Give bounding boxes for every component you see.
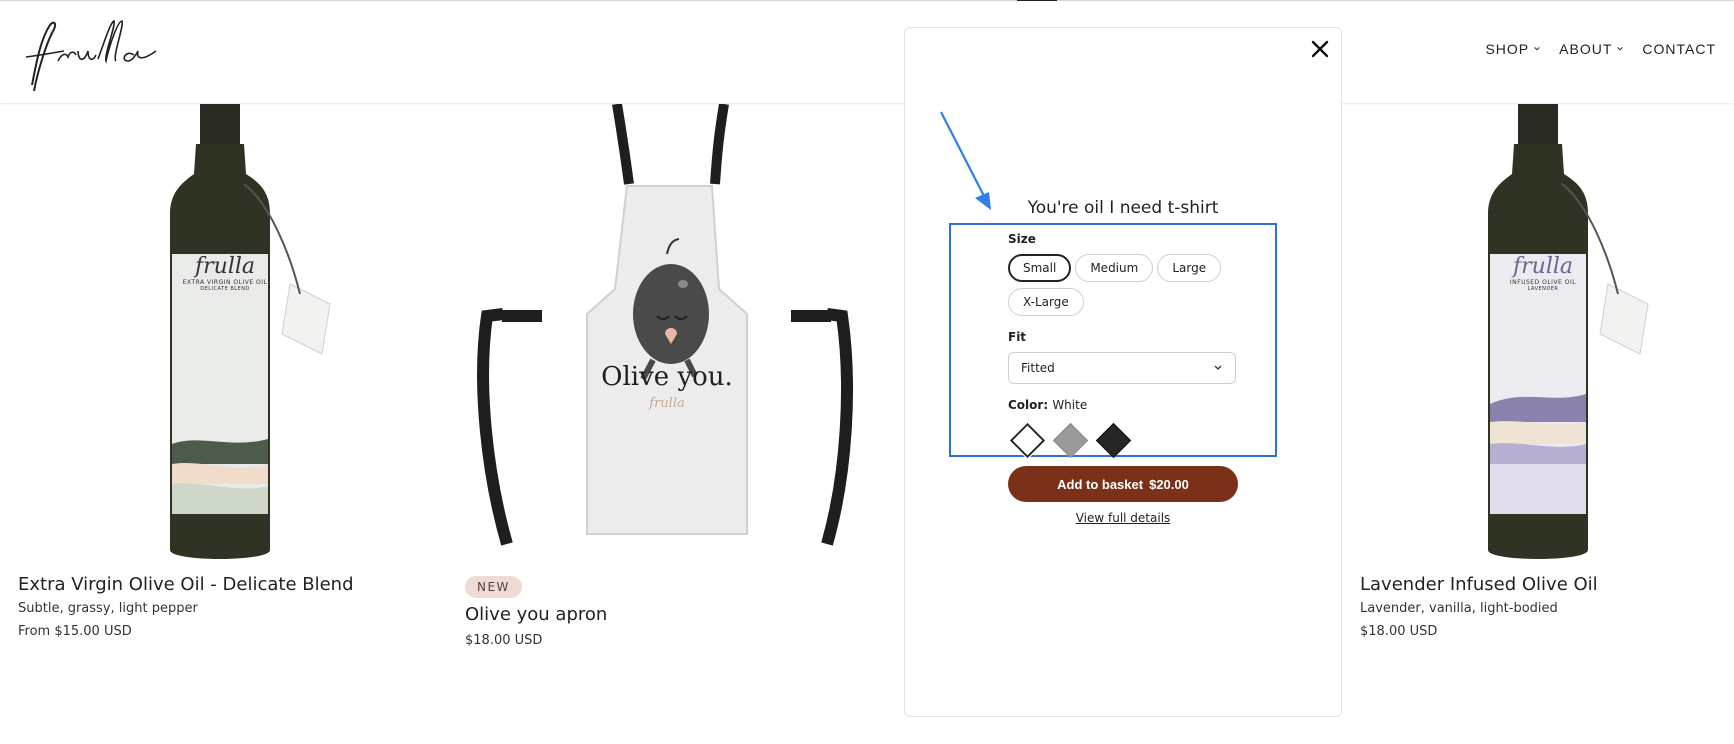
size-option-small[interactable]: Small [1008,254,1072,282]
product-image-apron[interactable]: Olive you. frulla [447,104,887,564]
product-image-bottle[interactable]: frulla INFUSED OLIVE OIL LAVENDER [1343,104,1734,564]
add-to-basket-label: Add to basket [1057,476,1144,492]
product-title[interactable]: Lavender Infused Olive Oil [1360,574,1716,595]
size-options: Small Medium Large X-Large [1008,254,1238,316]
product-image-bottle[interactable]: frulla EXTRA VIRGIN OLIVE OIL DELICATE B… [0,104,437,564]
product-subtitle: Subtle, grassy, light pepper [18,601,198,616]
bottle-label-brand: frulla [1512,254,1574,279]
fit-select-value: Fitted [1021,361,1055,375]
frulla-logo[interactable] [22,15,162,95]
chevron-down-icon [1534,47,1540,51]
size-option-large[interactable]: Large [1157,254,1222,282]
view-full-details-link[interactable]: View full details [1076,511,1171,525]
apron-print-brand: frulla [649,396,685,411]
add-to-basket-button[interactable]: Add to basket $20.00 [1008,466,1238,502]
color-label-text: Color: [1008,398,1049,412]
product-price: $18.00 USD [1360,624,1438,639]
apron-print-text: Olive you. [601,362,733,392]
bottle-label-line2: DELICATE BLEND [200,286,250,292]
fit-label: Fit [1008,330,1027,344]
olive-oil-bottle-image [0,104,437,564]
product-price: From $15.00 USD [18,624,132,639]
color-swatches [1008,421,1248,460]
chevron-down-icon [1214,365,1222,370]
nav-shop-label: SHOP [1485,41,1530,57]
apron-image [477,104,853,546]
product-price: $18.00 USD [465,633,543,648]
product-subtitle: Lavender, vanilla, light-bodied [1360,601,1558,616]
view-details-container: View full details [905,511,1341,525]
olive-oil-bottle-image [1488,104,1649,559]
size-label: Size [1008,232,1036,246]
product-title: You're oil I need t-shirt [1027,198,1219,218]
product-title[interactable]: Olive you apron [465,604,869,625]
swatch-black[interactable] [1095,422,1132,459]
bottle-label-brand: frulla [194,254,256,279]
size-option-medium[interactable]: Medium [1075,254,1154,282]
nav-contact-label: CONTACT [1642,41,1716,57]
product-card-apron[interactable]: Olive you. frulla NEW Olive you apron $1… [447,104,887,648]
close-icon[interactable] [1309,38,1331,60]
bottle-label-line1: EXTRA VIRGIN OLIVE OIL [182,279,268,286]
swatch-grey[interactable] [1052,422,1089,459]
add-to-basket-price: $20.00 [1149,476,1189,492]
fit-select[interactable]: Fitted [1008,352,1236,384]
swatch-white[interactable] [1008,421,1047,460]
new-badge: NEW [465,576,522,598]
main-nav: SHOP ABOUT CONTACT [1485,41,1716,57]
product-title[interactable]: Extra Virgin Olive Oil - Delicate Blend [18,574,419,595]
site-header: SHOP ABOUT CONTACT [0,1,1734,103]
product-card-lavender[interactable]: frulla INFUSED OLIVE OIL LAVENDER Lavend… [1343,104,1734,639]
quick-add-modal: You're oil I need t-shirt Size Small Med… [904,27,1342,717]
nav-contact[interactable]: CONTACT [1642,41,1716,57]
size-option-x-large[interactable]: X-Large [1008,288,1084,316]
variant-form: Size Small Medium Large X-Large Fit Fitt… [1008,232,1248,460]
chevron-down-icon [1617,47,1624,51]
nav-about-label: ABOUT [1559,41,1613,57]
nav-shop[interactable]: SHOP [1485,41,1541,57]
bottle-label-line2: LAVENDER [1527,286,1559,292]
nav-about[interactable]: ABOUT [1559,41,1624,57]
color-label: Color: White [1008,398,1248,412]
color-selected-value: White [1052,398,1088,412]
product-card-delicate-blend[interactable]: frulla EXTRA VIRGIN OLIVE OIL DELICATE B… [0,104,437,639]
bottle-label-line1: INFUSED OLIVE OIL [1509,279,1577,286]
